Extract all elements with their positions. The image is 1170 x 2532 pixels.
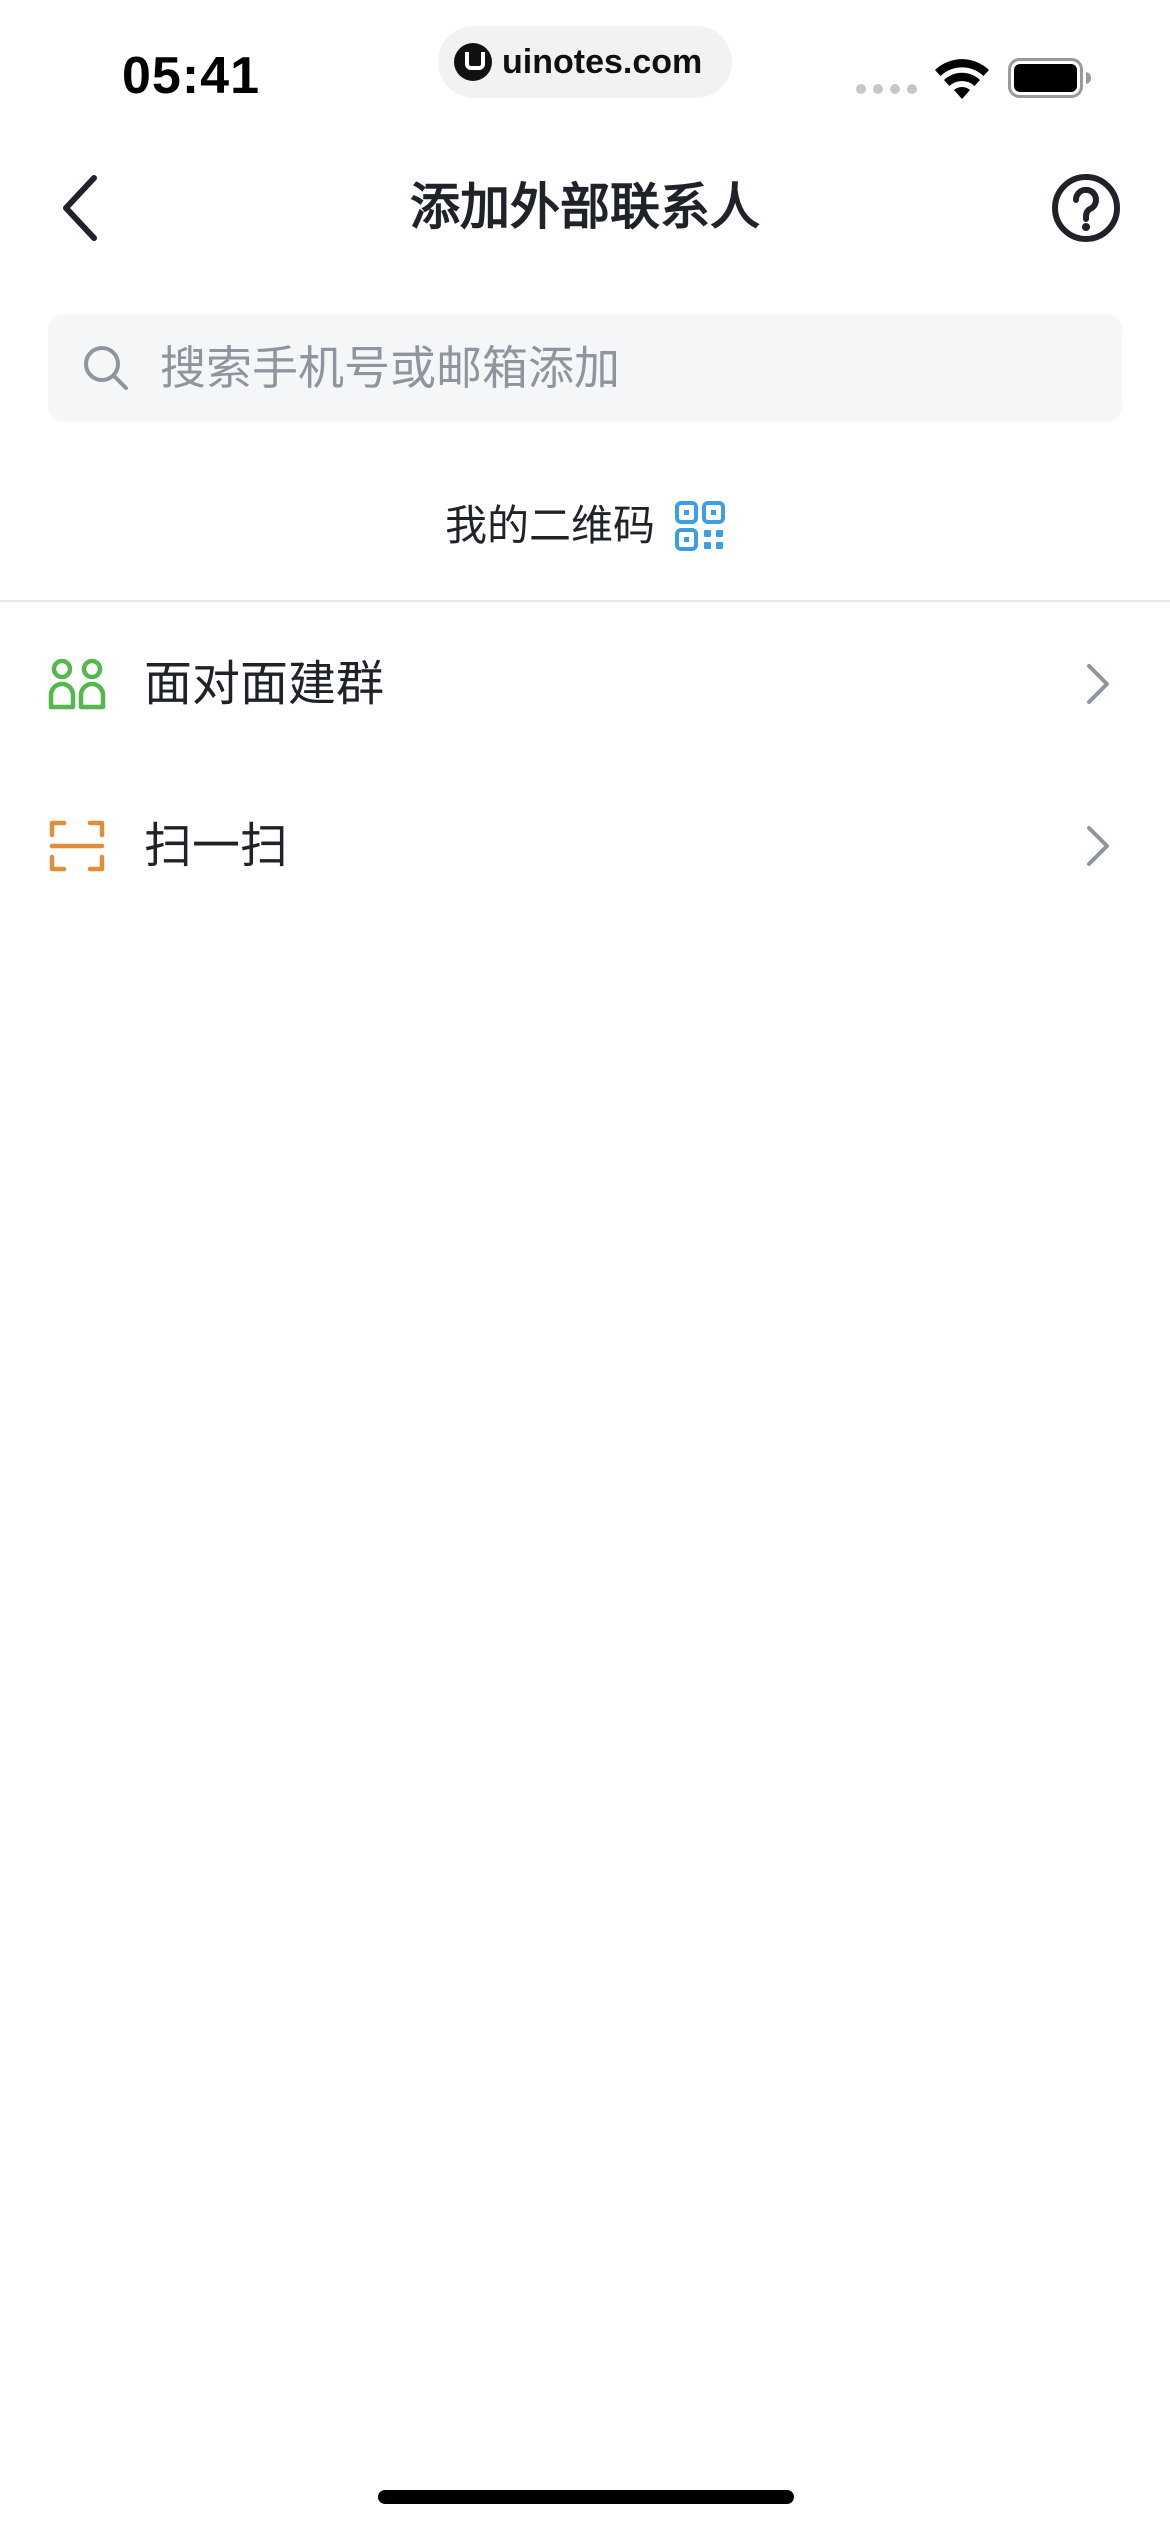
home-indicator[interactable] xyxy=(378,2490,794,2504)
list-item-label: 面对面建群 xyxy=(144,656,385,712)
scan-icon xyxy=(49,820,105,872)
list-item-face-to-face-group[interactable]: 面对面建群 xyxy=(0,604,1170,764)
battery-icon xyxy=(1008,58,1091,98)
my-qr-code-row: 我的二维码 xyxy=(0,490,1170,562)
search-icon xyxy=(84,346,128,390)
wifi-icon xyxy=(935,59,989,99)
status-time: 05:41 xyxy=(122,47,260,105)
my-qr-code-link[interactable]: 我的二维码 xyxy=(445,496,725,556)
help-icon[interactable] xyxy=(1050,172,1122,244)
qr-code-icon xyxy=(675,501,725,551)
list-item-label: 扫一扫 xyxy=(144,818,289,874)
url-pill[interactable]: uinotes.com xyxy=(438,26,732,98)
list-item-scan[interactable]: 扫一扫 xyxy=(0,766,1170,926)
status-bar: 05:41 uinotes.com xyxy=(0,0,1170,140)
search-box[interactable] xyxy=(48,314,1122,422)
cellular-signal-icon xyxy=(856,84,918,94)
search-input[interactable] xyxy=(160,314,1090,422)
url-text: uinotes.com xyxy=(502,43,703,81)
section-divider xyxy=(0,600,1170,602)
people-pair-icon xyxy=(48,658,106,710)
my-qr-code-label: 我的二维码 xyxy=(444,501,655,550)
chevron-right-icon xyxy=(1087,826,1109,866)
chevron-right-icon xyxy=(1087,664,1109,704)
site-logo-icon xyxy=(454,43,492,81)
page-title: 添加外部联系人 xyxy=(410,178,760,236)
